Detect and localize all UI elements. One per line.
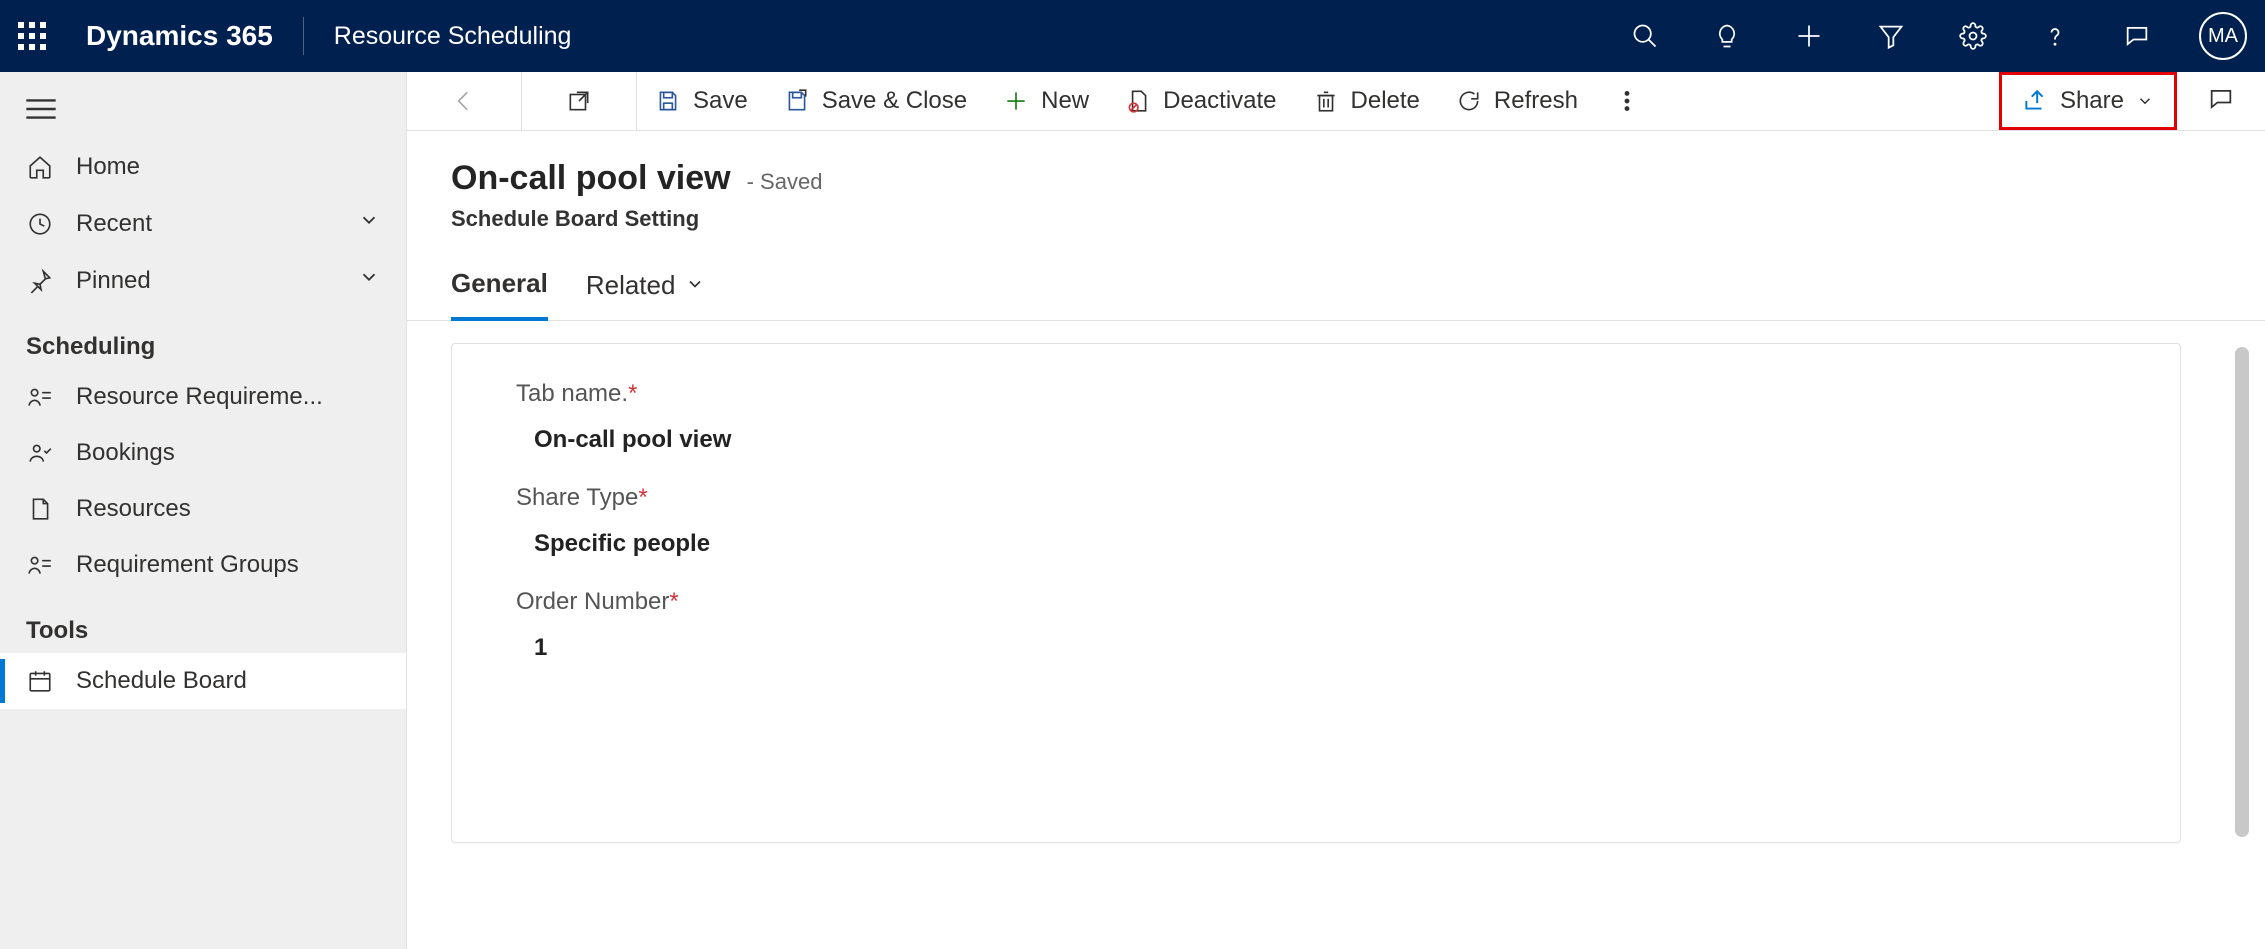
main-area: Save Save & Close New Deactivate Delete … — [407, 72, 2265, 949]
sidebar-item-recent[interactable]: Recent — [0, 195, 406, 252]
sidebar-item-label: Resource Requireme... — [76, 383, 323, 411]
scrollbar[interactable] — [2235, 347, 2249, 837]
record-entity-label: Schedule Board Setting — [451, 206, 2221, 232]
cmd-label: Save & Close — [822, 87, 967, 115]
field-share-type[interactable]: Share Type* Specific people — [516, 484, 2116, 558]
save-close-button[interactable]: Save & Close — [766, 77, 985, 125]
global-toolbar — [1631, 22, 2151, 50]
field-label: Share Type* — [516, 484, 2116, 512]
sidebar-section-scheduling: Scheduling — [0, 309, 406, 369]
sidebar-item-label: Schedule Board — [76, 667, 247, 695]
cmd-label: Share — [2060, 87, 2124, 115]
cmd-label: Save — [693, 87, 748, 115]
sidebar-item-label: Pinned — [76, 267, 151, 295]
sidebar-toggle[interactable] — [0, 84, 406, 139]
field-order-number[interactable]: Order Number* 1 — [516, 588, 2116, 662]
tab-related[interactable]: Related — [586, 258, 706, 320]
person-list-icon — [26, 383, 54, 411]
save-button[interactable]: Save — [637, 77, 766, 125]
back-button[interactable] — [433, 78, 495, 124]
gear-icon[interactable] — [1959, 22, 1987, 50]
tab-general[interactable]: General — [451, 258, 548, 321]
chevron-down-icon — [358, 209, 380, 238]
field-tab-name[interactable]: Tab name.* On-call pool view — [516, 380, 2116, 454]
sidebar-item-schedule-board[interactable]: Schedule Board — [0, 653, 406, 709]
sidebar-item-bookings[interactable]: Bookings — [0, 425, 406, 481]
form-body: Tab name.* On-call pool view Share Type*… — [407, 321, 2265, 949]
app-launcher-icon[interactable] — [18, 22, 46, 50]
chevron-down-icon — [2136, 92, 2154, 110]
command-bar: Save Save & Close New Deactivate Delete … — [407, 72, 2265, 131]
field-value[interactable]: On-call pool view — [516, 426, 2116, 454]
avatar-initials: MA — [2208, 25, 2238, 48]
sidebar-item-pinned[interactable]: Pinned — [0, 252, 406, 309]
cmd-label: Delete — [1351, 87, 1420, 115]
field-value[interactable]: Specific people — [516, 530, 2116, 558]
sidebar-item-resource-req[interactable]: Resource Requireme... — [0, 369, 406, 425]
chevron-down-icon — [685, 270, 705, 301]
cmd-label: Refresh — [1494, 87, 1578, 115]
form-section-card: Tab name.* On-call pool view Share Type*… — [451, 343, 2181, 843]
app-name-label[interactable]: Resource Scheduling — [334, 22, 572, 51]
record-title: On-call pool view — [451, 159, 731, 198]
record-header: On-call pool view - Saved Schedule Board… — [407, 131, 2265, 232]
brand-label: Dynamics 365 — [86, 20, 273, 52]
sidebar-item-label: Recent — [76, 210, 152, 238]
global-header: Dynamics 365 Resource Scheduling MA — [0, 0, 2265, 72]
field-value[interactable]: 1 — [516, 634, 2116, 662]
chevron-down-icon — [358, 266, 380, 295]
clock-icon — [26, 210, 54, 238]
share-button[interactable]: Share — [2012, 79, 2164, 123]
home-icon — [26, 153, 54, 181]
user-avatar[interactable]: MA — [2199, 12, 2247, 60]
assistant-icon[interactable] — [2123, 22, 2151, 50]
sidebar-section-tools: Tools — [0, 593, 406, 653]
sidebar-item-label: Resources — [76, 495, 191, 523]
field-label: Order Number* — [516, 588, 2116, 616]
sidebar-item-label: Requirement Groups — [76, 551, 299, 579]
plus-icon[interactable] — [1795, 22, 1823, 50]
sidebar-item-resources[interactable]: Resources — [0, 481, 406, 537]
cmd-label: Deactivate — [1163, 87, 1276, 115]
new-button[interactable]: New — [985, 77, 1107, 125]
deactivate-button[interactable]: Deactivate — [1107, 77, 1294, 125]
delete-button[interactable]: Delete — [1295, 77, 1438, 125]
sidebar-item-label: Home — [76, 153, 140, 181]
refresh-button[interactable]: Refresh — [1438, 77, 1596, 125]
document-icon — [26, 495, 54, 523]
lightbulb-icon[interactable] — [1713, 22, 1741, 50]
header-divider — [303, 17, 304, 55]
sidebar-item-req-groups[interactable]: Requirement Groups — [0, 537, 406, 593]
open-new-window-button[interactable] — [548, 78, 610, 124]
form-tabs: General Related — [407, 232, 2265, 321]
search-icon[interactable] — [1631, 22, 1659, 50]
tab-label: Related — [586, 270, 676, 301]
record-save-status: - Saved — [747, 169, 823, 195]
sidebar: Home Recent Pinned Scheduling Resource R… — [0, 72, 407, 949]
person-check-icon — [26, 439, 54, 467]
help-icon[interactable] — [2041, 22, 2069, 50]
tab-label: General — [451, 268, 548, 299]
sidebar-item-home[interactable]: Home — [0, 139, 406, 195]
filter-icon[interactable] — [1877, 22, 1905, 50]
person-list-icon — [26, 551, 54, 579]
pin-icon — [26, 267, 54, 295]
field-label: Tab name.* — [516, 380, 2116, 408]
sidebar-item-label: Bookings — [76, 439, 175, 467]
calendar-icon — [26, 667, 54, 695]
more-commands-button[interactable] — [1596, 78, 1658, 124]
share-button-highlight: Share — [1999, 72, 2177, 130]
cmd-label: New — [1041, 87, 1089, 115]
assistant-pane-button[interactable] — [2177, 85, 2265, 118]
